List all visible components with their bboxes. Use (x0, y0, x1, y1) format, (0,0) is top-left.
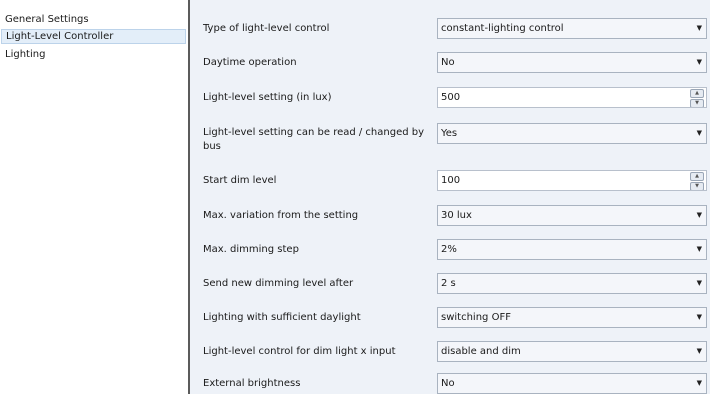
arrow-up-icon[interactable]: ▲ (690, 89, 704, 98)
setting-label: Lighting with sufficient daylight (203, 312, 361, 323)
chevron-down-icon: ▼ (696, 58, 702, 66)
chevron-down-icon: ▼ (696, 211, 702, 219)
setting-label: Send new dimming level after (203, 278, 354, 289)
dim-light-input-dropdown[interactable]: disable and dim ▼ (437, 341, 707, 362)
sidebar-item-label: Lighting (5, 49, 46, 60)
max-dimming-step-dropdown[interactable]: 2% ▼ (437, 239, 707, 260)
arrow-down-icon[interactable]: ▼ (690, 182, 704, 190)
dropdown-value: 2% (441, 244, 457, 255)
sidebar-item-label: Light-Level Controller (6, 31, 114, 42)
spinner-value: 500 (441, 92, 461, 103)
daytime-operation-dropdown[interactable]: No ▼ (437, 52, 707, 73)
light-level-setting-spinner[interactable]: 500 ▲ ▼ (437, 87, 707, 108)
chevron-down-icon: ▼ (696, 313, 702, 321)
spinner-buttons: ▲ ▼ (690, 172, 704, 190)
sidebar-item-general-settings[interactable]: General Settings (1, 12, 186, 27)
spinner-value: 100 (441, 175, 461, 186)
setting-label: Type of light-level control (203, 23, 330, 34)
chevron-down-icon: ▼ (696, 279, 702, 287)
dropdown-value: switching OFF (441, 312, 511, 323)
setting-label: Light-level control for dim light x inpu… (203, 346, 396, 357)
max-variation-dropdown[interactable]: 30 lux ▼ (437, 205, 707, 226)
external-brightness-dropdown[interactable]: No ▼ (437, 373, 707, 394)
dropdown-value: 2 s (441, 278, 456, 289)
dropdown-value: No (441, 378, 455, 389)
setting-label: Max. dimming step (203, 244, 299, 255)
arrow-up-icon[interactable]: ▲ (690, 172, 704, 181)
chevron-down-icon: ▼ (696, 347, 702, 355)
sidebar: General Settings Light-Level Controller … (0, 0, 188, 394)
light-level-bus-access-dropdown[interactable]: Yes ▼ (437, 123, 707, 144)
dropdown-value: No (441, 57, 455, 68)
arrow-down-icon[interactable]: ▼ (690, 99, 704, 107)
chevron-down-icon: ▼ (696, 379, 702, 387)
setting-label: Daytime operation (203, 57, 297, 68)
setting-label: Start dim level (203, 175, 277, 186)
sidebar-item-light-level-controller[interactable]: Light-Level Controller (1, 29, 186, 44)
chevron-down-icon: ▼ (696, 24, 702, 32)
spinner-buttons: ▲ ▼ (690, 89, 704, 107)
sufficient-daylight-dropdown[interactable]: switching OFF ▼ (437, 307, 707, 328)
setting-label: External brightness (203, 378, 301, 389)
chevron-down-icon: ▼ (696, 129, 702, 137)
dropdown-value: Yes (441, 128, 458, 139)
setting-label: Max. variation from the setting (203, 210, 359, 221)
sidebar-item-label: General Settings (5, 14, 89, 25)
settings-panel: Type of light-level control constant-lig… (190, 0, 710, 394)
dropdown-value: 30 lux (441, 210, 472, 221)
sidebar-item-lighting[interactable]: Lighting (1, 47, 186, 62)
dropdown-value: disable and dim (441, 346, 521, 357)
start-dim-level-spinner[interactable]: 100 ▲ ▼ (437, 170, 707, 191)
light-level-control-type-dropdown[interactable]: constant-lighting control ▼ (437, 18, 707, 39)
send-dimming-level-dropdown[interactable]: 2 s ▼ (437, 273, 707, 294)
dropdown-value: constant-lighting control (441, 23, 564, 34)
setting-label: Light-level setting (in lux) (203, 92, 332, 103)
setting-label: Light-level setting can be read / change… (203, 127, 425, 152)
chevron-down-icon: ▼ (696, 245, 702, 253)
